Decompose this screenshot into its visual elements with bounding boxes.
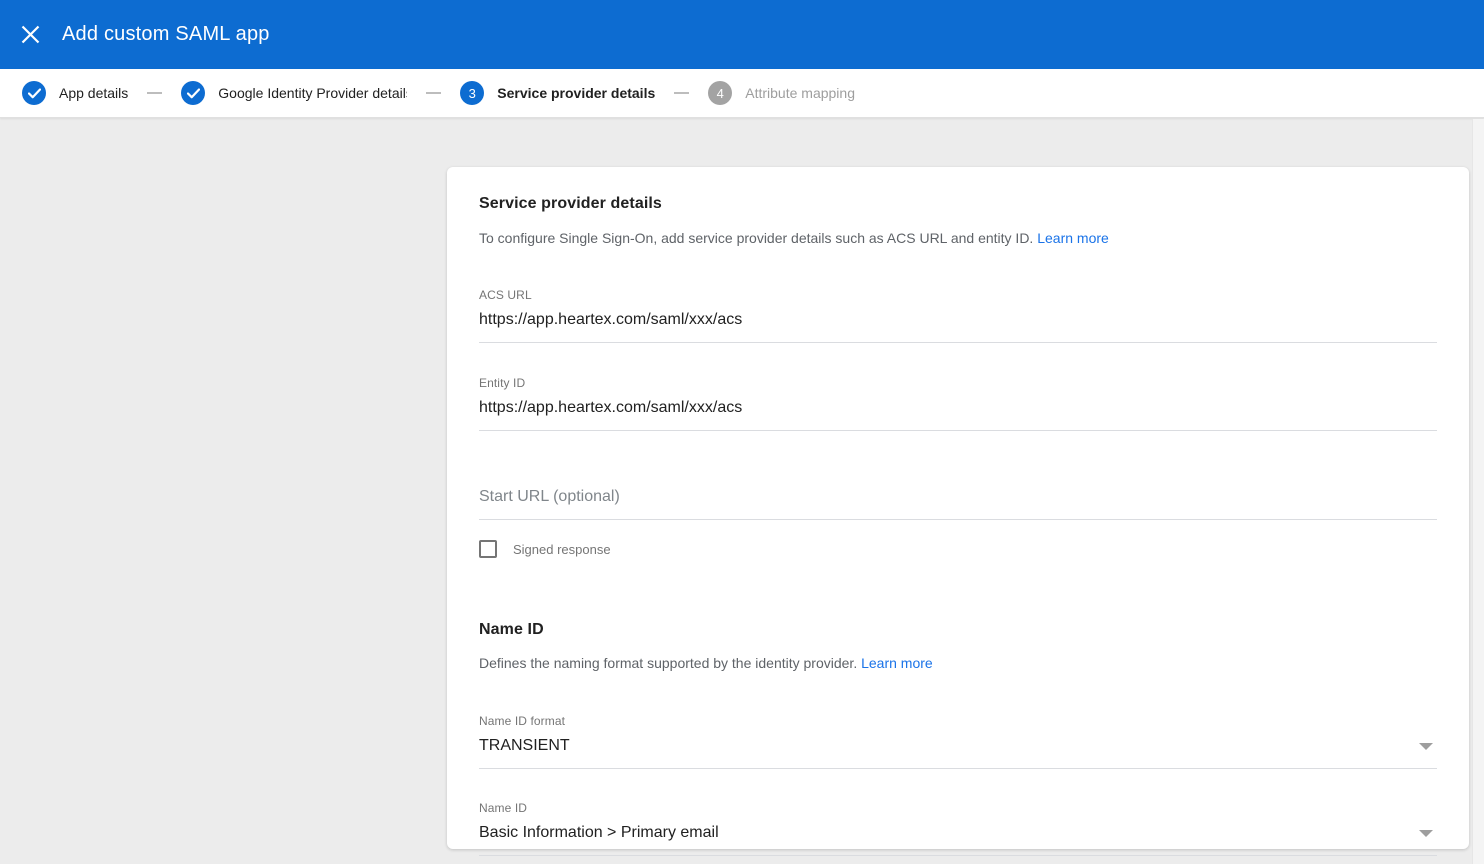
chevron-down-icon — [1419, 743, 1433, 750]
name-id-description-text: Defines the naming format supported by t… — [479, 655, 857, 671]
service-provider-details-card: Service provider details To configure Si… — [447, 167, 1469, 849]
acs-url-label: ACS URL — [479, 288, 1437, 302]
name-id-section-title: Name ID — [479, 621, 1437, 639]
card-description-text: To configure Single Sign-On, add service… — [479, 230, 1033, 246]
name-id-field: Name ID Basic Information > Primary emai… — [479, 801, 1437, 856]
entity-id-input[interactable]: https://app.heartex.com/saml/xxx/acs — [479, 399, 1437, 431]
name-id-label: Name ID — [479, 801, 1437, 815]
step-4-circle: 4 — [708, 81, 732, 105]
dialog-title: Add custom SAML app — [62, 23, 270, 46]
name-id-format-value: TRANSIENT — [479, 737, 570, 755]
check-icon — [187, 88, 200, 99]
step-4-label: Attribute mapping — [745, 85, 855, 101]
step-google-idp-details[interactable]: Google Identity Provider details — [181, 81, 407, 105]
name-id-format-select[interactable]: TRANSIENT — [479, 737, 1437, 769]
name-id-select[interactable]: Basic Information > Primary email — [479, 824, 1437, 856]
start-url-field: Start URL (optional) — [479, 488, 1437, 520]
name-id-value: Basic Information > Primary email — [479, 824, 719, 842]
start-url-input[interactable]: Start URL (optional) — [479, 488, 1437, 520]
step-1-label: App details — [59, 85, 128, 101]
step-3-label: Service provider details — [497, 85, 655, 101]
appbar: Add custom SAML app — [0, 0, 1484, 69]
card-title: Service provider details — [479, 195, 1437, 213]
name-id-description: Defines the naming format supported by t… — [479, 655, 1437, 671]
step-attribute-mapping[interactable]: 4 Attribute mapping — [708, 81, 855, 105]
check-icon — [28, 88, 41, 99]
learn-more-link[interactable]: Learn more — [1037, 230, 1109, 246]
step-divider — [426, 92, 441, 94]
close-button[interactable] — [10, 15, 50, 55]
acs-url-field: ACS URL https://app.heartex.com/saml/xxx… — [479, 288, 1437, 343]
card-description: To configure Single Sign-On, add service… — [479, 230, 1437, 246]
step-1-circle — [22, 81, 46, 105]
step-divider — [674, 92, 689, 94]
entity-id-value: https://app.heartex.com/saml/xxx/acs — [479, 399, 742, 417]
close-icon — [21, 25, 40, 44]
acs-url-input[interactable]: https://app.heartex.com/saml/xxx/acs — [479, 311, 1437, 343]
chevron-down-icon — [1419, 830, 1433, 837]
step-app-details[interactable]: App details — [22, 81, 128, 105]
entity-id-label: Entity ID — [479, 376, 1437, 390]
start-url-placeholder: Start URL (optional) — [479, 488, 620, 506]
acs-url-value: https://app.heartex.com/saml/xxx/acs — [479, 311, 742, 329]
signed-response-row: Signed response — [479, 540, 1437, 558]
name-id-format-label: Name ID format — [479, 714, 1437, 728]
signed-response-label: Signed response — [513, 542, 611, 557]
stepper: App details Google Identity Provider det… — [0, 69, 1484, 118]
step-service-provider-details[interactable]: 3 Service provider details — [460, 81, 655, 105]
step-2-label: Google Identity Provider details — [218, 85, 407, 101]
name-id-format-field: Name ID format TRANSIENT — [479, 714, 1437, 769]
entity-id-field: Entity ID https://app.heartex.com/saml/x… — [479, 376, 1437, 431]
step-divider — [147, 92, 162, 94]
learn-more-link[interactable]: Learn more — [861, 655, 933, 671]
step-2-circle — [181, 81, 205, 105]
signed-response-checkbox[interactable] — [479, 540, 497, 558]
step-3-circle: 3 — [460, 81, 484, 105]
scrollbar-track[interactable] — [1472, 119, 1484, 864]
